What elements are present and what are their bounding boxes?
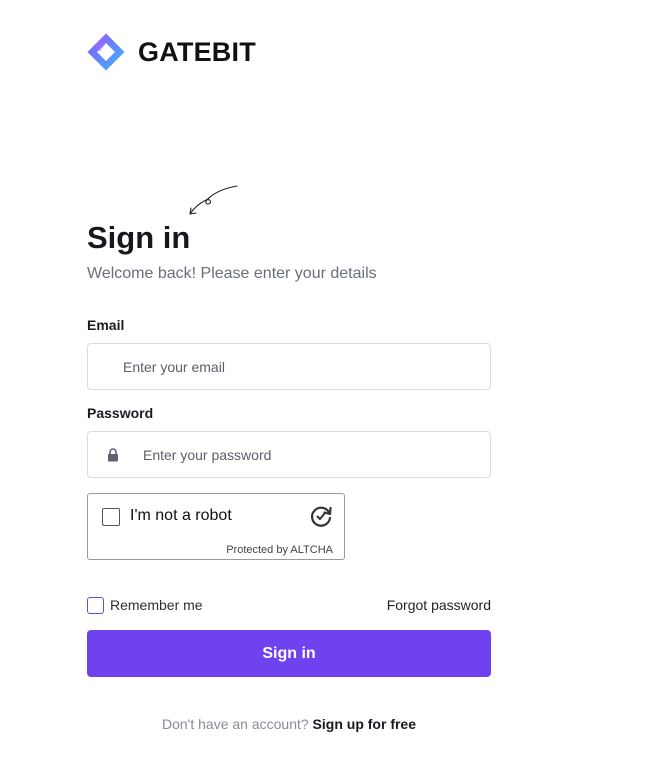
email-label: Email	[87, 317, 125, 333]
signup-link[interactable]: Sign up for free	[313, 716, 416, 732]
email-input[interactable]	[88, 343, 490, 390]
signup-prompt: Don't have an account?	[161, 716, 309, 732]
captcha-checkbox[interactable]	[102, 508, 120, 526]
password-field-container	[87, 431, 491, 478]
captcha-footer: Protected by ALTCHA	[226, 544, 333, 556]
remember-label: Remember me	[110, 597, 203, 613]
sign-in-button[interactable]: Sign in	[87, 630, 491, 677]
forgot-password-link[interactable]: Forgot password	[387, 597, 491, 613]
remember-me[interactable]: Remember me	[87, 596, 203, 614]
captcha-label: I'm not a robot	[130, 507, 232, 524]
altcha-refresh-icon	[311, 506, 332, 527]
sign-in-form: Sign in Welcome back! Please enter your …	[87, 218, 491, 732]
brand-name: GATEBIT	[138, 36, 256, 67]
password-label: Password	[87, 405, 154, 421]
sign-in-page: GATEBIT Sign in Welcome back! Please ent…	[0, 0, 650, 780]
options-row: Remember me Forgot password	[87, 595, 491, 615]
password-input[interactable]	[120, 431, 490, 478]
page-title: Sign in	[87, 220, 191, 255]
captcha-widget: I'm not a robot Protected by ALTCHA	[87, 493, 345, 560]
lock-icon	[108, 447, 118, 461]
page-subtitle: Welcome back! Please enter your details	[87, 265, 377, 282]
brand-header: GATEBIT	[86, 32, 256, 72]
remember-checkbox[interactable]	[87, 596, 104, 614]
signup-prompt-row: Don't have an account? Sign up for free	[87, 716, 491, 732]
email-field-container	[87, 343, 491, 390]
curly-arrow-icon	[189, 185, 238, 215]
diamond-logo-icon	[87, 33, 125, 71]
